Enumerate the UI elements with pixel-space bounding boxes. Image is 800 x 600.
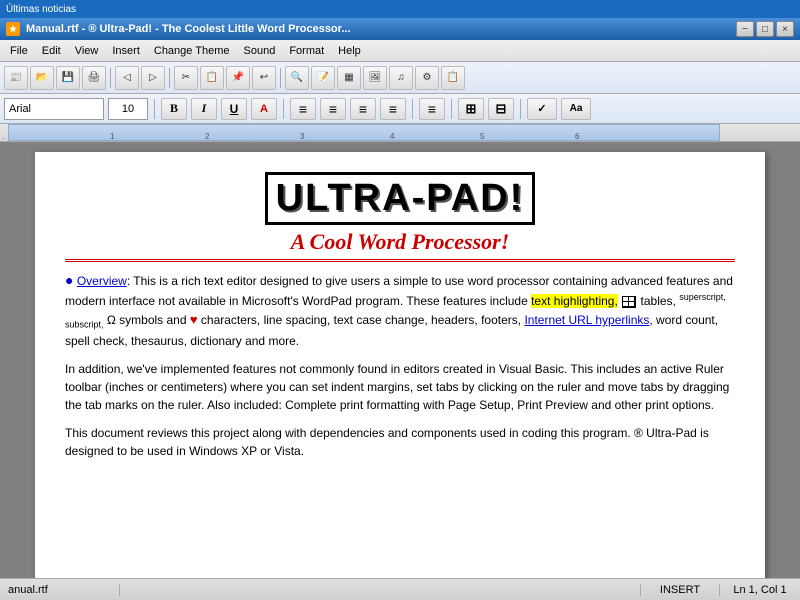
toolbar-cut-btn[interactable]: ✂	[174, 66, 198, 90]
paragraph-doc: This document reviews this project along…	[65, 424, 735, 460]
paragraph-vb: In addition, we've implemented features …	[65, 360, 735, 414]
align-justify-button[interactable]: ≡	[380, 98, 406, 120]
subscript-text: subscript,	[65, 319, 104, 329]
toolbar-back-btn[interactable]: ◁	[115, 66, 139, 90]
menu-help[interactable]: Help	[332, 43, 367, 59]
ruler-mark-0: .	[2, 132, 4, 141]
menu-bar: File Edit View Insert Change Theme Sound…	[0, 40, 800, 62]
format-sep-3	[412, 99, 413, 119]
superscript-text: superscript,	[679, 292, 726, 302]
main-toolbar: 📰 📂 💾 🖨 ◁ ▷ ✂ 📋 📌 ↩ 🔍 📝 ▦ 🖼 ♫ ⚙ 📋	[0, 62, 800, 94]
menu-file[interactable]: File	[4, 43, 34, 59]
toolbar-forward-btn[interactable]: ▷	[141, 66, 165, 90]
document-content: ● Overview: This is a rich text editor d…	[65, 270, 735, 460]
toolbar-print-btn[interactable]: 🖨	[82, 66, 106, 90]
toolbar-open-btn[interactable]: 📂	[30, 66, 54, 90]
format-sep-1	[154, 99, 155, 119]
underline-button[interactable]: U	[221, 98, 247, 120]
omega-text: Ω symbols and	[104, 313, 190, 327]
title-bar: ★ Manual.rtf - ® Ultra-Pad! - The Cooles…	[0, 18, 800, 40]
ruler-mark-3: 3	[300, 132, 304, 141]
menu-sound[interactable]: Sound	[238, 43, 282, 59]
format-sep-5	[520, 99, 521, 119]
font-size-input[interactable]	[108, 98, 148, 120]
ruler-mark-4: 4	[390, 132, 394, 141]
indent-dec-button[interactable]: ⊟	[488, 98, 514, 120]
ruler-mark-6: 6	[575, 132, 579, 141]
paragraph-overview: ● Overview: This is a rich text editor d…	[65, 270, 735, 350]
close-button[interactable]: ×	[776, 21, 794, 37]
heart-symbol: ♥	[190, 312, 198, 327]
ruler-marks: . 1 2 3 4 5 6	[0, 124, 800, 141]
toolbar-notes-btn[interactable]: 📝	[311, 66, 335, 90]
url-link[interactable]: Internet URL hyperlinks	[524, 313, 649, 327]
bullet-button[interactable]: ≡	[419, 98, 445, 120]
toolbar-copy-btn[interactable]: 📋	[200, 66, 224, 90]
menu-edit[interactable]: Edit	[36, 43, 67, 59]
toolbar-undo-btn[interactable]: ↩	[252, 66, 276, 90]
document-header: ULTRA-PAD! A Cool Word Processor!	[65, 172, 735, 262]
taskbar-top: Últimas noticias	[0, 0, 800, 18]
tables-text: tables,	[641, 294, 680, 308]
ruler-mark-2: 2	[205, 132, 209, 141]
bold-button[interactable]: B	[161, 98, 187, 120]
overview-link[interactable]: Overview	[77, 274, 127, 288]
ultra-pad-title: ULTRA-PAD!	[65, 172, 735, 225]
app-icon-symbol: ★	[9, 24, 17, 35]
window-controls: − □ ×	[736, 21, 794, 37]
format-sep-4	[451, 99, 452, 119]
toolbar-extra-btn[interactable]: 📋	[441, 66, 465, 90]
toolbar-save-btn[interactable]: 💾	[56, 66, 80, 90]
toolbar-paste-btn[interactable]: 📌	[226, 66, 250, 90]
status-mode: INSERT	[640, 584, 720, 596]
maximize-button[interactable]: □	[756, 21, 774, 37]
table-icon-inline	[618, 294, 641, 308]
indent-inc-button[interactable]: ⊞	[458, 98, 484, 120]
document-area[interactable]: ULTRA-PAD! A Cool Word Processor! ● Over…	[0, 142, 800, 578]
menu-format[interactable]: Format	[283, 43, 330, 59]
minimize-button[interactable]: −	[736, 21, 754, 37]
italic-button[interactable]: I	[191, 98, 217, 120]
chars-text: characters, line spacing, text case chan…	[198, 313, 525, 327]
ruler-mark-5: 5	[480, 132, 484, 141]
align-left-button[interactable]: ≡	[290, 98, 316, 120]
menu-insert[interactable]: Insert	[106, 43, 146, 59]
color-button[interactable]: A	[251, 98, 277, 120]
status-bar: anual.rtf INSERT Ln 1, Col 1	[0, 578, 800, 600]
align-right-button[interactable]: ≡	[350, 98, 376, 120]
toolbar-settings-btn[interactable]: ⚙	[415, 66, 439, 90]
toolbar-sep-2	[169, 68, 170, 88]
toolbar-sep-1	[110, 68, 111, 88]
toolbar-find-btn[interactable]: 🔍	[285, 66, 309, 90]
title-text: ULTRA-PAD!	[265, 172, 536, 225]
menu-view[interactable]: View	[69, 43, 105, 59]
ruler[interactable]: . 1 2 3 4 5 6	[0, 124, 800, 142]
toolbar-image-btn[interactable]: 🖼	[363, 66, 387, 90]
toolbar-table-btn[interactable]: ▦	[337, 66, 361, 90]
bullet-dot: ●	[65, 272, 73, 288]
abc-button[interactable]: Aa	[561, 98, 591, 120]
format-toolbar: B I U A ≡ ≡ ≡ ≡ ≡ ⊞ ⊟ ✓ Aa	[0, 94, 800, 124]
app-icon: ★	[6, 22, 20, 36]
font-name-input[interactable]	[4, 98, 104, 120]
ruler-mark-1: 1	[110, 132, 114, 141]
toolbar-new-btn[interactable]: 📰	[4, 66, 28, 90]
status-filename: anual.rtf	[0, 584, 120, 596]
menu-change-theme[interactable]: Change Theme	[148, 43, 236, 59]
align-center-button[interactable]: ≡	[320, 98, 346, 120]
window-title: Manual.rtf - ® Ultra-Pad! - The Coolest …	[26, 23, 351, 35]
spellcheck-button[interactable]: ✓	[527, 98, 557, 120]
toolbar-sound-btn[interactable]: ♫	[389, 66, 413, 90]
subtitle-text: A Cool Word Processor!	[65, 229, 735, 262]
format-sep-2	[283, 99, 284, 119]
status-position: Ln 1, Col 1	[720, 584, 800, 596]
taskbar-label: Últimas noticias	[6, 4, 76, 15]
toolbar-sep-3	[280, 68, 281, 88]
highlight-text: text highlighting,	[531, 294, 618, 308]
document-page: ULTRA-PAD! A Cool Word Processor! ● Over…	[35, 152, 765, 578]
